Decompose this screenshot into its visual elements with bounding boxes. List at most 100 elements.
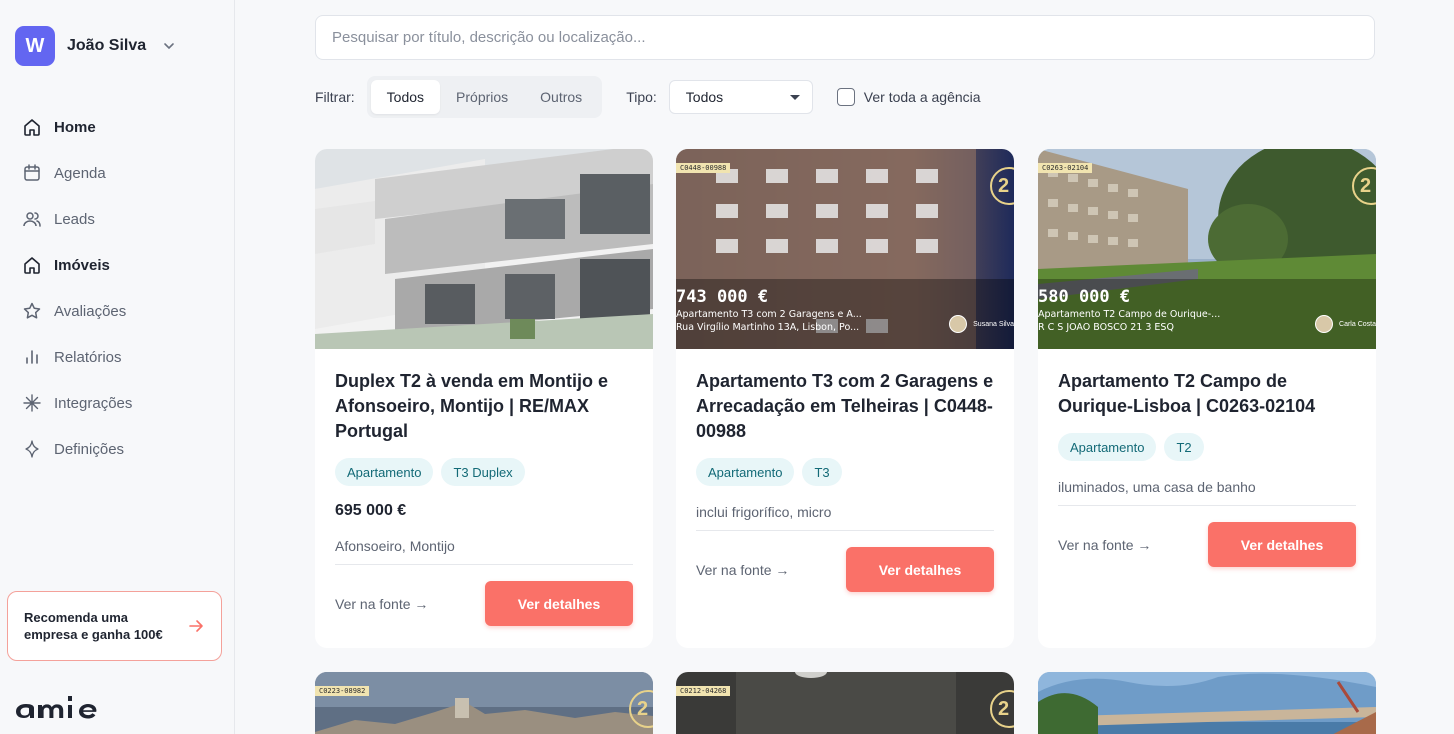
photo-address-overlay: R C S JOAO BOSCO 21 3 ESQ xyxy=(1038,322,1174,333)
building-icon xyxy=(24,257,40,274)
property-photo[interactable]: C0263-02104 2 580 000 € Apartamento T2 C… xyxy=(1038,149,1376,349)
users-icon xyxy=(23,212,41,227)
sidebar-item-imoveis[interactable]: Imóveis xyxy=(12,242,222,288)
filter-outros[interactable]: Outros xyxy=(524,80,598,114)
property-photo[interactable]: C0223-08982 2 xyxy=(315,672,653,734)
view-source-link[interactable]: Ver na fonte → xyxy=(696,562,789,578)
property-card: Duplex T2 à venda em Montijo e Afonsoeir… xyxy=(315,149,653,648)
property-tags: Apartamento T3 Duplex xyxy=(335,458,633,486)
bar-chart-icon xyxy=(26,350,38,364)
settings-icon xyxy=(25,440,39,458)
view-details-button[interactable]: Ver detalhes xyxy=(1208,522,1356,567)
property-photo[interactable]: C0448-00988 2 743 000 € Apartamento T3 c… xyxy=(676,149,1014,349)
sidebar: W João Silva Home Agenda Leads Imóveis A… xyxy=(0,0,235,734)
sidebar-item-label: Imóveis xyxy=(54,256,110,274)
chevron-down-icon xyxy=(164,43,174,50)
amie-logo xyxy=(16,696,97,719)
property-location: Afonsoeiro, Montijo xyxy=(335,538,633,565)
star-icon xyxy=(23,302,41,319)
property-tags: Apartamento T3 xyxy=(696,458,994,486)
view-details-button[interactable]: Ver detalhes xyxy=(485,581,633,626)
property-card: C0448-00988 2 743 000 € Apartamento T3 c… xyxy=(676,149,1014,648)
sidebar-item-label: Definições xyxy=(54,440,125,458)
photo-price-overlay: 743 000 € xyxy=(676,287,769,307)
property-price: 695 000 € xyxy=(335,502,407,519)
property-photo[interactable] xyxy=(315,149,653,349)
river-photo-image xyxy=(1038,672,1376,734)
property-description: iluminados, uma casa de banho xyxy=(1058,479,1356,506)
property-photo[interactable] xyxy=(1038,672,1376,734)
tipo-label: Tipo: xyxy=(626,89,657,105)
listing-code-badge: C0212-04268 xyxy=(676,686,731,696)
avatar: W xyxy=(15,26,55,66)
sidebar-item-definicoes[interactable]: Definições xyxy=(12,426,222,472)
sidebar-item-label: Integrações xyxy=(54,394,133,412)
agent-badge: Susana Silva xyxy=(949,315,1014,333)
view-source-link[interactable]: Ver na fonte → xyxy=(1058,537,1151,553)
interior-photo-image xyxy=(676,672,1014,734)
property-card: C0212-04268 2 xyxy=(676,672,1014,734)
referral-banner[interactable]: Recomenda uma empresa e ganha 100€ xyxy=(7,591,222,661)
home-icon xyxy=(24,119,40,136)
sidebar-item-avaliacoes[interactable]: Avaliações xyxy=(12,288,222,334)
agency-toggle[interactable]: Ver toda a agência xyxy=(836,88,981,106)
tipo-select-value: Todos xyxy=(685,89,724,105)
account-switcher[interactable]: W João Silva xyxy=(15,26,176,66)
sidebar-item-label: Leads xyxy=(54,210,95,228)
agency-checkbox[interactable] xyxy=(836,88,855,106)
listing-code-badge: C0223-08982 xyxy=(315,686,370,696)
sidebar-item-label: Avaliações xyxy=(54,302,127,320)
tag-typology: T2 xyxy=(1164,433,1204,461)
tag-typology: T3 xyxy=(802,458,842,486)
sidebar-item-label: Relatórios xyxy=(54,348,122,366)
agent-avatar xyxy=(949,315,968,333)
agency-label: Ver toda a agência xyxy=(863,89,981,105)
filter-todos[interactable]: Todos xyxy=(370,80,441,114)
tag-type: Apartamento xyxy=(696,458,795,486)
filters-bar: Filtrar: Todos Próprios Outros Tipo: Tod… xyxy=(315,76,981,118)
property-title[interactable]: Apartamento T3 com 2 Garagens e Arrecada… xyxy=(696,369,994,444)
sidebar-item-agenda[interactable]: Agenda xyxy=(12,150,222,196)
property-photo[interactable]: C0212-04268 2 xyxy=(676,672,1014,734)
sidebar-item-relatorios[interactable]: Relatórios xyxy=(12,334,222,380)
account-name: João Silva xyxy=(67,37,147,54)
sidebar-item-label: Home xyxy=(54,118,96,136)
sidebar-item-integracoes[interactable]: Integrações xyxy=(12,380,222,426)
property-title[interactable]: Apartamento T2 Campo de Ourique-Lisboa |… xyxy=(1058,369,1356,419)
photo-address-overlay: Rua Virgílio Martinho 13A, Lisbon, Po... xyxy=(676,322,860,333)
view-details-button[interactable]: Ver detalhes xyxy=(846,547,994,592)
caret-down-icon xyxy=(789,94,800,100)
sidebar-nav: Home Agenda Leads Imóveis Avaliações Rel… xyxy=(12,104,222,472)
view-source-link[interactable]: Ver na fonte → xyxy=(335,596,428,612)
calendar-icon xyxy=(24,164,40,181)
filter-proprios[interactable]: Próprios xyxy=(440,80,524,114)
listing-code-badge: C0263-02104 xyxy=(1038,163,1093,173)
property-card xyxy=(1038,672,1376,734)
agent-avatar xyxy=(1315,315,1334,333)
sidebar-item-home[interactable]: Home xyxy=(12,104,222,150)
property-card: C0263-02104 2 580 000 € Apartamento T2 C… xyxy=(1038,149,1376,648)
sidebar-item-label: Agenda xyxy=(54,164,106,182)
tag-type: Apartamento xyxy=(335,458,434,486)
photo-title-overlay: Apartamento T2 Campo de Ourique-... xyxy=(1038,309,1221,320)
property-card: C0223-08982 2 xyxy=(315,672,653,734)
tipo-select[interactable]: Todos xyxy=(668,80,813,114)
ownership-filter: Todos Próprios Outros xyxy=(366,76,603,118)
photo-price-overlay: 580 000 € xyxy=(1038,287,1131,307)
filter-label: Filtrar: xyxy=(315,89,355,105)
tag-type: Apartamento xyxy=(1058,433,1157,461)
sparkle-icon xyxy=(23,394,41,412)
agent-badge: Carla Costa xyxy=(1315,315,1376,333)
tag-typology: T3 Duplex xyxy=(441,458,525,486)
listing-code-badge: C0448-00988 xyxy=(676,163,731,173)
building-photo-image xyxy=(315,149,653,349)
arrow-right-icon xyxy=(189,620,203,632)
city-photo-image xyxy=(315,672,653,734)
search-input[interactable] xyxy=(315,15,1375,60)
agent-name: Carla Costa xyxy=(1339,320,1376,328)
property-tags: Apartamento T2 xyxy=(1058,433,1356,461)
sidebar-item-leads[interactable]: Leads xyxy=(12,196,222,242)
photo-title-overlay: Apartamento T3 com 2 Garagens e A... xyxy=(676,309,862,320)
referral-text: Recomenda uma empresa e ganha 100€ xyxy=(24,610,163,642)
property-title[interactable]: Duplex T2 à venda em Montijo e Afonsoeir… xyxy=(335,369,633,444)
